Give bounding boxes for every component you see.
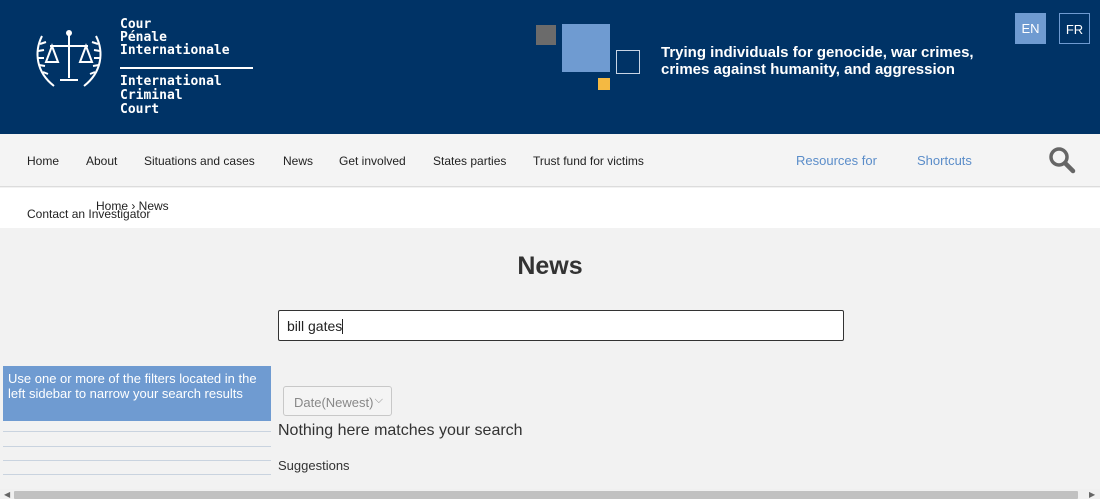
breadcrumb[interactable]: Home › News <box>96 199 169 213</box>
header-tagline: Trying individuals for genocide, war cri… <box>661 44 974 78</box>
logo-text-fr[interactable]: Cour Pénale Internationale <box>120 18 230 57</box>
scales-of-justice-icon[interactable] <box>32 24 106 94</box>
search-input-value: bill gates <box>287 318 343 334</box>
logo-fr-line: Internationale <box>120 43 230 58</box>
chevron-down-icon: ⌵ <box>374 394 383 406</box>
decor-square <box>536 25 556 45</box>
no-results-message: Nothing here matches your search <box>278 422 523 439</box>
scrollbar-thumb[interactable] <box>14 491 1078 499</box>
sort-select-value: Date(Newest) <box>294 395 374 410</box>
decor-square <box>616 50 640 74</box>
nav-about[interactable]: About <box>86 154 117 168</box>
suggestions-heading: Suggestions <box>278 458 350 473</box>
sidebar-divider <box>3 474 271 475</box>
logo-en-line: Court <box>120 102 160 117</box>
sidebar-divider <box>3 431 271 432</box>
logo-en-line: Criminal <box>120 88 183 103</box>
decor-square <box>562 24 610 72</box>
lang-en-button[interactable]: EN <box>1015 13 1046 44</box>
nav-shortcuts[interactable]: Shortcuts <box>917 153 972 168</box>
nav-states-parties[interactable]: States parties <box>433 154 506 168</box>
nav-trust-fund[interactable]: Trust fund for victims <box>533 154 644 168</box>
main-nav: Home About Situations and cases News Get… <box>0 134 1100 187</box>
lang-fr-button[interactable]: FR <box>1059 13 1090 44</box>
sidebar-divider <box>3 446 271 447</box>
filter-hint: Use one or more of the filters located i… <box>3 366 271 421</box>
decor-square <box>598 78 610 90</box>
sidebar-divider <box>3 460 271 461</box>
search-input[interactable]: bill gates <box>278 310 844 341</box>
sort-select[interactable]: Date(Newest) ⌵ <box>283 386 392 416</box>
site-header: Cour Pénale Internationale International… <box>0 0 1100 134</box>
scroll-left-icon[interactable]: ◀ <box>4 490 10 499</box>
page-title: News <box>517 252 583 280</box>
text-cursor <box>342 319 344 334</box>
logo-en-line: International <box>120 74 222 89</box>
logo-divider <box>120 67 253 69</box>
nav-news[interactable]: News <box>283 154 313 168</box>
nav-get-involved[interactable]: Get involved <box>339 154 406 168</box>
nav-home[interactable]: Home <box>27 154 59 168</box>
nav-resources-for[interactable]: Resources for <box>796 153 877 168</box>
scroll-right-icon[interactable]: ▶ <box>1089 490 1095 499</box>
logo-text-en[interactable]: International Criminal Court <box>120 75 222 117</box>
nav-situations-and-cases[interactable]: Situations and cases <box>144 154 255 168</box>
search-icon[interactable] <box>1048 146 1076 174</box>
